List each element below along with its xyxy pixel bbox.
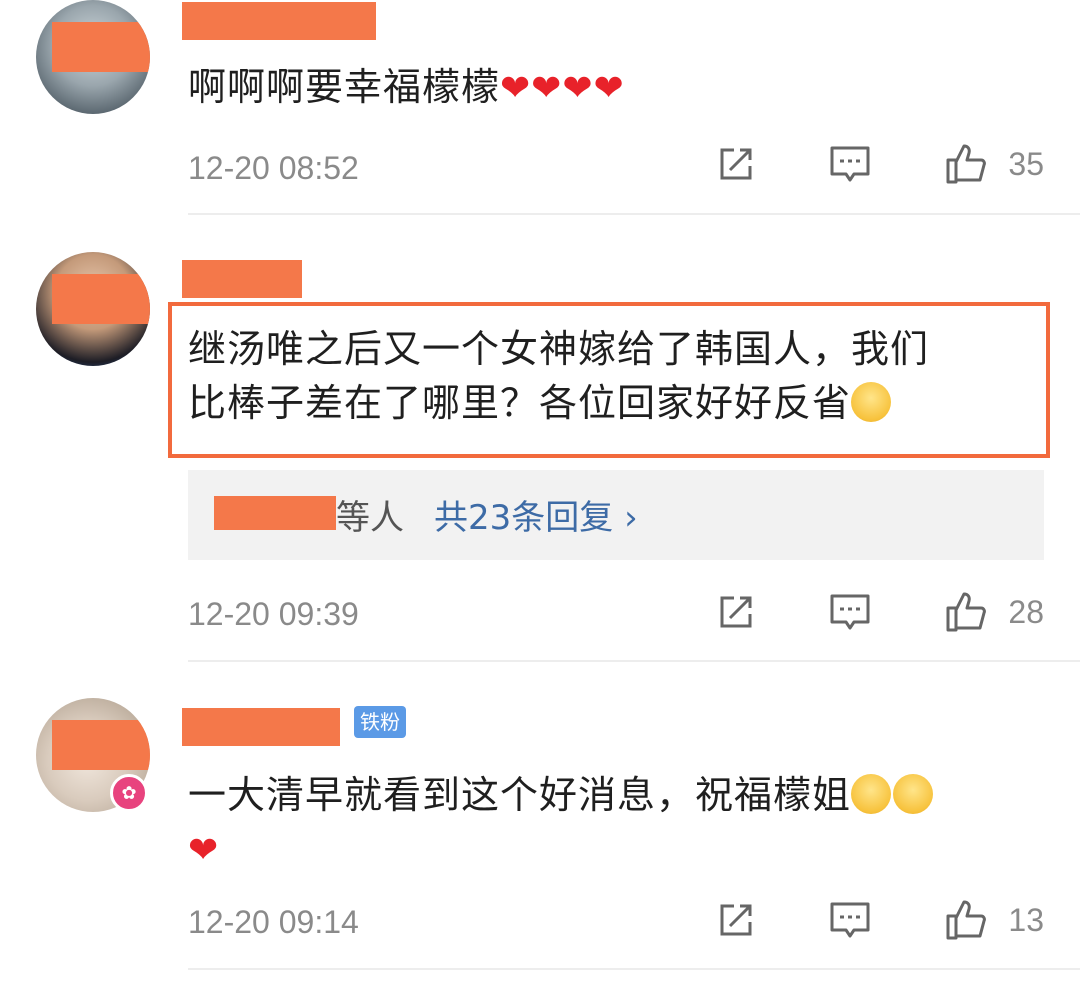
hug-emoji [851, 774, 892, 814]
reply-panel[interactable]: 等人 共23条回复 › [188, 470, 1044, 560]
redaction [52, 22, 150, 72]
share-icon[interactable] [714, 590, 758, 634]
avatar[interactable] [36, 0, 150, 114]
redaction [52, 720, 150, 770]
timestamp: 12-20 09:39 [188, 596, 359, 632]
comment-actions: 13 [714, 898, 1044, 942]
reply-users-label: 等人 [336, 498, 404, 538]
comment-body: 啊啊啊要幸福檬檬 [188, 65, 501, 109]
comment-body-line1: 继汤唯之后又一个女神嫁给了韩国人，我们 [188, 327, 930, 371]
comment-icon[interactable] [828, 590, 872, 634]
comment-icon[interactable] [828, 898, 872, 942]
timestamp: 12-20 09:14 [188, 904, 359, 940]
thumbs-up-icon[interactable] [944, 590, 988, 634]
username-redaction [214, 496, 336, 530]
laugh-cry-emoji [851, 382, 892, 422]
divider [188, 213, 1080, 215]
divider [188, 660, 1080, 662]
comment-text: 啊啊啊要幸福檬檬❤❤❤❤ [188, 60, 625, 116]
timestamp: 12-20 08:52 [188, 150, 359, 186]
comment-icon[interactable] [828, 142, 872, 186]
comment-body: 一大清早就看到这个好消息，祝福檬姐 [188, 773, 852, 817]
comment-text: 继汤唯之后又一个女神嫁给了韩国人，我们 比棒子差在了哪里？各位回家好好反省 [188, 322, 929, 430]
username-redaction [182, 2, 376, 40]
like-count: 28 [1008, 593, 1044, 630]
heart-emoji: ❤ [188, 830, 220, 871]
thumbs-up-icon[interactable] [944, 898, 988, 942]
vip-rabbit-icon: ✿ [110, 774, 148, 812]
blush-heart-emoji [893, 774, 934, 814]
username-redaction [182, 708, 340, 746]
comment-actions: 28 [714, 590, 1044, 634]
username-redaction [182, 260, 302, 298]
fan-badge: 铁粉 [354, 706, 406, 738]
divider [188, 968, 1080, 970]
share-icon[interactable] [714, 898, 758, 942]
thumbs-up-icon[interactable] [944, 142, 988, 186]
heart-emoji: ❤❤❤❤ [500, 68, 625, 109]
like-count: 13 [1008, 901, 1044, 938]
view-replies-link[interactable]: 共23条回复 › [434, 490, 638, 539]
comment-text: 一大清早就看到这个好消息，祝福檬姐 ❤ [188, 768, 934, 878]
redaction [52, 274, 150, 324]
comment-actions: 35 [714, 142, 1044, 186]
comment-body-line2: 比棒子差在了哪里？各位回家好好反省 [188, 381, 852, 425]
avatar[interactable] [36, 252, 150, 366]
like-count: 35 [1008, 145, 1044, 182]
share-icon[interactable] [714, 142, 758, 186]
